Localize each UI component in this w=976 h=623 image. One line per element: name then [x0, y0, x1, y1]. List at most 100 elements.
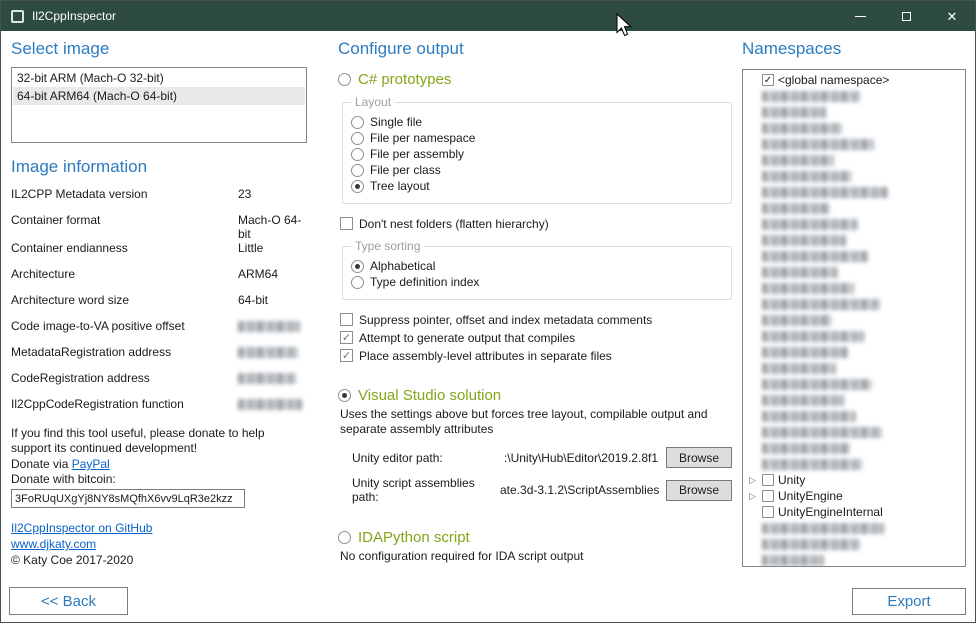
namespace-item[interactable]	[745, 552, 965, 567]
namespace-item[interactable]	[745, 328, 965, 344]
bitcoin-address-input[interactable]	[11, 489, 245, 508]
namespace-item[interactable]	[745, 136, 965, 152]
output-option-checkbox[interactable]: ✓Attempt to generate output that compile…	[340, 331, 732, 346]
namespace-item[interactable]: ✓<global namespace>	[745, 72, 965, 88]
namespace-item[interactable]	[745, 200, 965, 216]
namespace-item[interactable]	[745, 344, 965, 360]
redacted-namespace	[762, 251, 868, 262]
links-block: Il2CppInspector on GitHub www.djkaty.com…	[11, 521, 307, 568]
minimize-button[interactable]	[837, 1, 883, 31]
namespace-item[interactable]: UnityEngineInternal	[745, 504, 965, 520]
namespace-item[interactable]	[745, 392, 965, 408]
namespace-item[interactable]	[745, 104, 965, 120]
info-label: IL2CPP Metadata version	[11, 187, 238, 201]
donate-text: If you find this tool useful, please don…	[11, 426, 303, 456]
csharp-prototypes-radio[interactable]: C# prototypes	[338, 71, 732, 88]
redacted-namespace	[762, 411, 856, 422]
namespace-item[interactable]	[745, 168, 965, 184]
info-value: 23	[238, 187, 307, 201]
namespace-item[interactable]	[745, 360, 965, 376]
website-link[interactable]: www.djkaty.com	[11, 537, 307, 551]
namespace-item[interactable]	[745, 120, 965, 136]
expander-icon[interactable]: ▷	[747, 488, 758, 504]
namespace-item[interactable]	[745, 264, 965, 280]
radio-icon	[351, 164, 364, 177]
expander-icon[interactable]: ▷	[747, 472, 758, 488]
info-row: Architecture word size64-bit	[11, 293, 307, 319]
namespace-item[interactable]: ▷ UnityEngine	[745, 488, 965, 504]
redacted-namespace	[762, 443, 850, 454]
checkbox-icon	[762, 474, 774, 486]
output-option-checkbox[interactable]: Suppress pointer, offset and index metad…	[340, 313, 732, 328]
unity-editor-path-input[interactable]: :\Unity\Hub\Editor\2019.2.8f1	[500, 451, 666, 465]
namespace-item[interactable]	[745, 216, 965, 232]
namespace-item[interactable]	[745, 232, 965, 248]
namespace-item[interactable]	[745, 424, 965, 440]
redacted-namespace	[762, 299, 880, 310]
namespace-item[interactable]	[745, 312, 965, 328]
visual-studio-description: Uses the settings above but forces tree …	[340, 407, 728, 437]
namespace-item[interactable]	[745, 536, 965, 552]
back-button[interactable]: << Back	[9, 587, 128, 615]
redacted-namespace	[762, 523, 884, 534]
idapython-radio[interactable]: IDAPython script	[338, 529, 732, 546]
layout-option[interactable]: File per assembly	[351, 147, 721, 162]
redacted-namespace	[762, 379, 872, 390]
namespaces-panel: Namespaces ✓<global namespace>▷Unity▷Uni…	[742, 39, 966, 567]
image-list-item[interactable]: 32-bit ARM (Mach-O 32-bit)	[13, 69, 305, 87]
visual-studio-radio[interactable]: Visual Studio solution	[338, 387, 732, 404]
checkbox-label: Place assembly-level attributes in separ…	[359, 349, 612, 364]
redacted-namespace	[762, 427, 882, 438]
radio-icon	[351, 148, 364, 161]
namespace-item[interactable]	[745, 184, 965, 200]
namespaces-heading: Namespaces	[742, 39, 966, 59]
checkbox-icon: ✓	[340, 349, 353, 362]
type-sorting-option[interactable]: Alphabetical	[351, 259, 721, 274]
csharp-prototypes-label: C# prototypes	[358, 71, 451, 88]
namespace-item[interactable]	[745, 456, 965, 472]
github-link[interactable]: Il2CppInspector on GitHub	[11, 521, 307, 535]
radio-label: File per namespace	[370, 131, 475, 146]
radio-icon	[351, 276, 364, 289]
output-option-checkbox[interactable]: ✓ Place assembly-level attributes in sepa…	[340, 349, 732, 364]
radio-label: Alphabetical	[370, 259, 435, 274]
namespace-item[interactable]	[745, 440, 965, 456]
namespace-item[interactable]	[745, 280, 965, 296]
namespace-item[interactable]	[745, 296, 965, 312]
redacted-namespace	[762, 203, 830, 214]
layout-option[interactable]: Tree layout	[351, 179, 721, 194]
namespace-item[interactable]	[745, 152, 965, 168]
namespace-label: UnityEngine	[778, 488, 843, 504]
layout-option[interactable]: File per class	[351, 163, 721, 178]
image-list[interactable]: 32-bit ARM (Mach-O 32-bit)64-bit ARM64 (…	[11, 67, 307, 143]
namespace-item[interactable]	[745, 408, 965, 424]
info-row: Il2CppCodeRegistration function	[11, 397, 307, 423]
close-button[interactable]: ✕	[929, 1, 975, 31]
flatten-hierarchy-checkbox[interactable]: Don't nest folders (flatten hierarchy)	[340, 217, 732, 232]
paypal-link[interactable]: PayPal	[72, 457, 110, 471]
unity-script-assemblies-path-input[interactable]: ate.3d-3.1.2\ScriptAssemblies	[500, 483, 666, 497]
namespace-item[interactable]	[745, 248, 965, 264]
export-button[interactable]: Export	[852, 588, 966, 615]
layout-option[interactable]: Single file	[351, 115, 721, 130]
info-row: CodeRegistration address	[11, 371, 307, 397]
redacted-namespace	[762, 539, 860, 550]
namespace-item[interactable]	[745, 376, 965, 392]
maximize-button[interactable]	[883, 1, 929, 31]
layout-option[interactable]: File per namespace	[351, 131, 721, 146]
unity-script-assemblies-browse-button[interactable]: Browse	[666, 480, 732, 501]
namespace-item[interactable]: ▷Unity	[745, 472, 965, 488]
namespaces-list[interactable]: ✓<global namespace> ▷Unity▷ UnityEngineUni…	[742, 69, 966, 567]
unity-editor-browse-button[interactable]: Browse	[666, 447, 732, 468]
redacted-namespace	[762, 235, 846, 246]
type-sorting-option[interactable]: Type definition index	[351, 275, 721, 290]
radio-icon	[351, 180, 364, 193]
namespace-item[interactable]	[745, 88, 965, 104]
namespace-item[interactable]	[745, 520, 965, 536]
configure-output-panel: Configure output C# prototypes Layout Si…	[338, 39, 732, 564]
image-list-item[interactable]: 64-bit ARM64 (Mach-O 64-bit)	[13, 87, 305, 105]
unity-editor-path-label: Unity editor path:	[352, 451, 500, 465]
redacted-namespace	[762, 347, 848, 358]
idapython-section: IDAPython script No configuration requir…	[338, 529, 732, 564]
info-row: Container endiannessLittle	[11, 241, 307, 267]
